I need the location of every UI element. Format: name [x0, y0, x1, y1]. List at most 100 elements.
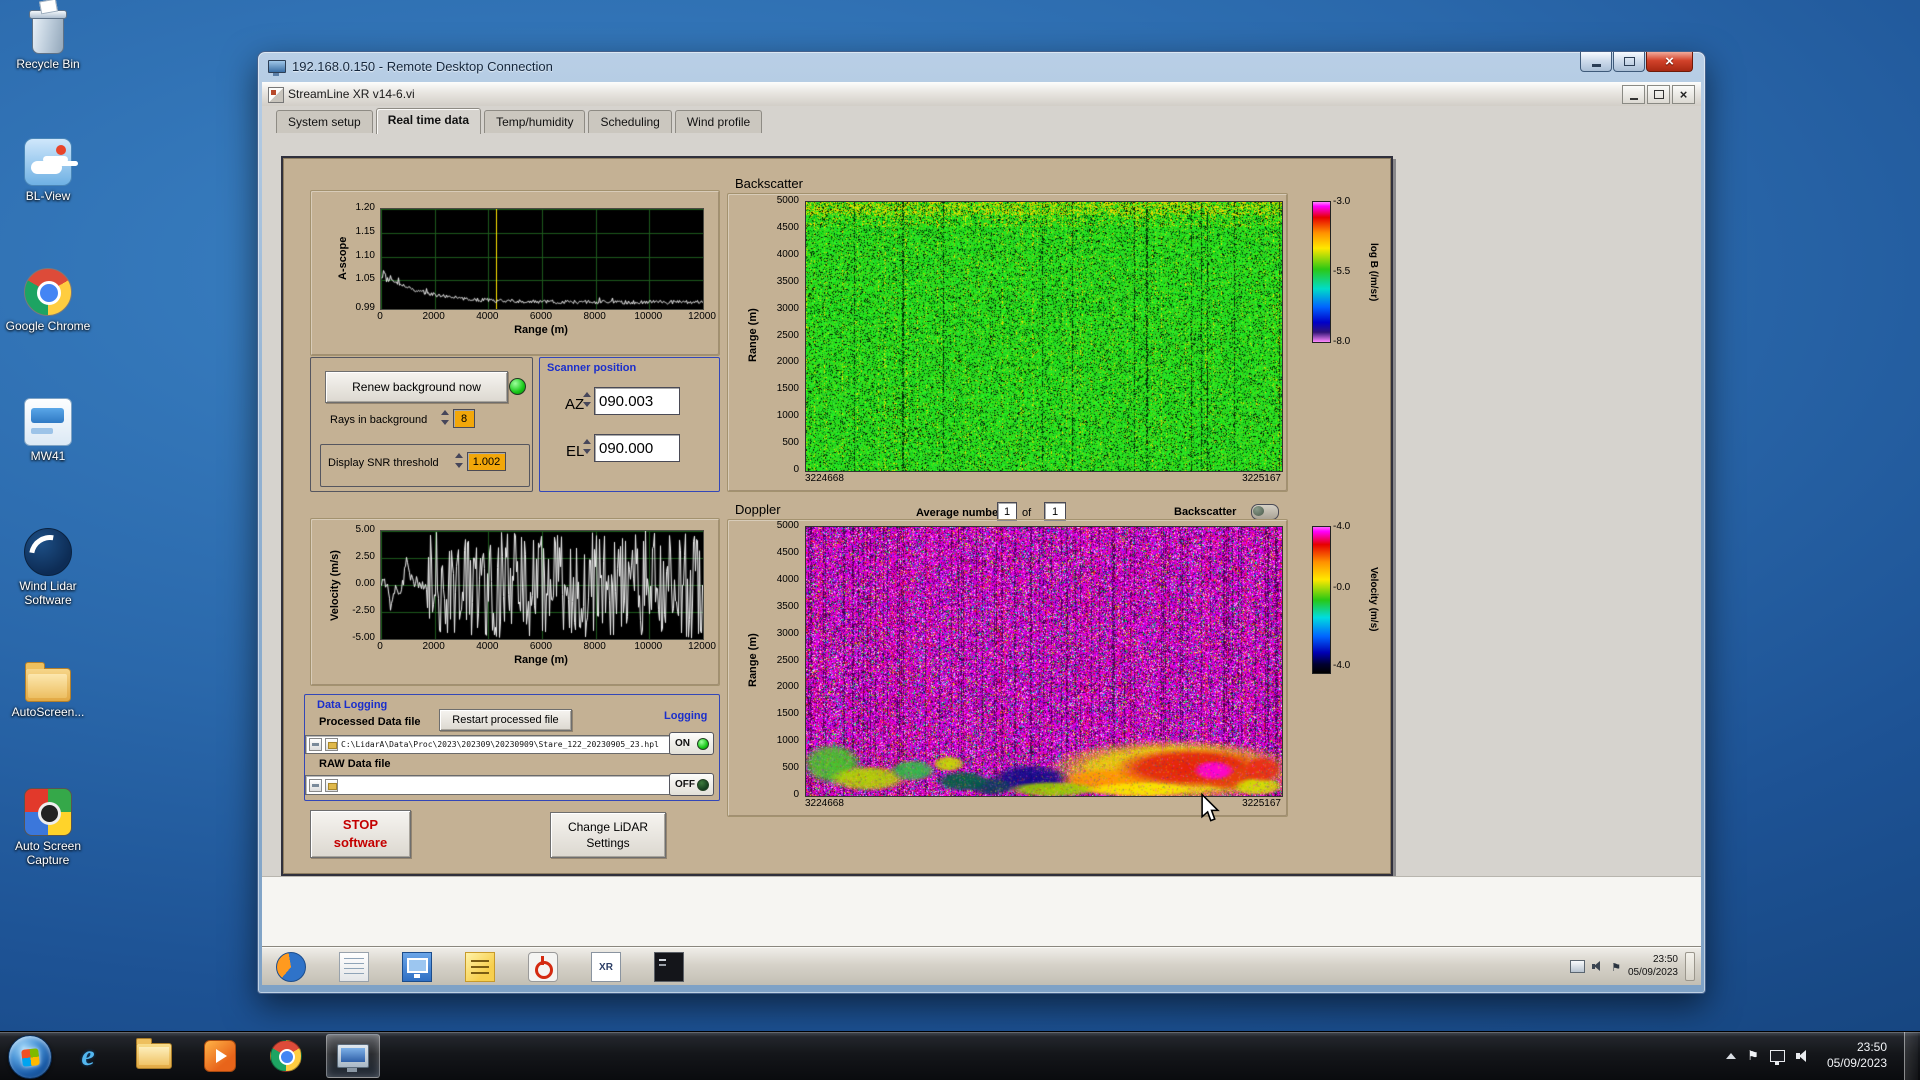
change-button-line2: Settings — [586, 836, 630, 850]
axis-tick: -8.0 — [1333, 336, 1351, 347]
app-minimize-button[interactable] — [1622, 85, 1645, 104]
command-prompt-icon[interactable] — [654, 952, 684, 982]
windows-explorer-icon — [136, 1038, 172, 1069]
action-center-flag-icon[interactable] — [1611, 958, 1621, 976]
backscatter-y-axis-label: Range (m) — [747, 308, 759, 362]
desktop-icon-label: BL-View — [25, 189, 71, 203]
backscatter-heatmap[interactable] — [805, 201, 1283, 472]
velocity-x-axis-label: Range (m) — [514, 654, 568, 666]
desktop-icon-label: Wind Lidar Software — [19, 579, 77, 607]
browse-folder-icon[interactable] — [325, 778, 338, 792]
taskbar-button-internet-explorer[interactable]: e — [62, 1035, 114, 1077]
processed-logging-toggle[interactable]: ON — [669, 732, 714, 755]
stop-software-button[interactable]: STOP software — [310, 810, 411, 858]
processed-path-field[interactable]: C:\LidarA\Data\Proc\2023\202309\20230909… — [305, 735, 671, 754]
xr-vi-icon[interactable]: XR — [591, 952, 621, 982]
elevation-value[interactable]: 090.000 — [594, 434, 680, 462]
azimuth-value[interactable]: 090.003 — [594, 387, 680, 415]
rdp-close-button[interactable] — [1646, 52, 1693, 72]
tab-strip: System setup Real time data Temp/humidity S… — [262, 106, 1701, 135]
app-close-button[interactable] — [1672, 85, 1695, 104]
remote-show-desktop-button[interactable] — [1685, 952, 1695, 981]
remote-clock[interactable]: 23:50 05/09/2023 — [1628, 954, 1678, 979]
rays-value[interactable]: 8 — [453, 409, 475, 428]
google-chrome-icon — [24, 268, 72, 316]
renew-background-button[interactable]: Renew background now — [325, 371, 508, 403]
restart-processed-file-button[interactable]: Restart processed file — [439, 709, 572, 731]
axis-tick: -0.0 — [1333, 582, 1351, 594]
labview-vi-icon — [268, 87, 284, 103]
tab-system-setup[interactable]: System setup — [276, 110, 373, 133]
front-panel-page: A-scope Range (m) Renew background now R… — [262, 134, 1701, 948]
taskbar-button-remote-desktop[interactable] — [326, 1034, 380, 1078]
tray-expand-arrow-icon[interactable] — [1726, 1053, 1737, 1059]
notepad-icon[interactable] — [339, 952, 369, 982]
taskbar-button-media-player[interactable] — [194, 1035, 246, 1077]
show-desktop-button[interactable] — [1904, 1032, 1918, 1080]
taskbar-button-windows-explorer[interactable] — [128, 1035, 180, 1077]
start-button[interactable] — [8, 1035, 52, 1079]
ascope-graph[interactable] — [380, 208, 704, 310]
app-titlebar[interactable]: StreamLine XR v14-6.vi — [262, 82, 1701, 107]
rdp-titlebar[interactable]: 192.168.0.150 - Remote Desktop Connectio… — [258, 52, 1705, 82]
desktop-icon-autoscreen[interactable]: AutoScreen... — [2, 658, 94, 720]
desktop-icon-recycle-bin[interactable]: Recycle Bin — [2, 8, 94, 72]
rdp-maximize-button[interactable] — [1613, 52, 1645, 72]
rdp-minimize-button[interactable] — [1580, 52, 1612, 72]
desktop-icon-label: AutoScreen... — [11, 705, 85, 719]
raw-logging-toggle[interactable]: OFF — [669, 773, 714, 796]
remote-quick-launch: XR — [276, 952, 684, 982]
desktop-icon-auto-screen-capture[interactable]: Auto Screen Capture — [2, 788, 94, 868]
power-off-icon[interactable] — [528, 952, 558, 982]
desktop-icon-label: Auto Screen Capture — [14, 839, 82, 867]
desktop-icon-bl-view[interactable]: BL-View — [2, 138, 94, 204]
taskbar-button-google-chrome[interactable] — [260, 1035, 312, 1077]
app-restore-button[interactable] — [1647, 85, 1670, 104]
scanner-position-group — [539, 357, 720, 492]
azimuth-label: AZ — [565, 396, 585, 413]
network-config-icon[interactable] — [402, 952, 432, 982]
doppler-heatmap[interactable] — [805, 526, 1283, 797]
raw-path-field[interactable] — [305, 775, 671, 795]
desktop-icon-wind-lidar[interactable]: Wind Lidar Software — [2, 528, 94, 608]
mouse-cursor — [1201, 793, 1220, 822]
velocity-graph[interactable] — [380, 530, 704, 640]
on-label: ON — [675, 738, 690, 749]
ascope-y-axis-label: A-scope — [337, 236, 349, 280]
doppler-colorbar-label: Velocity (m/s) — [1368, 566, 1379, 632]
tab-wind-profile[interactable]: Wind profile — [674, 110, 763, 133]
browser-icon[interactable] — [276, 952, 306, 982]
axis-tick: -4.0 — [1333, 659, 1351, 671]
host-system-tray: 23:50 05/09/2023 — [1726, 1032, 1920, 1080]
snr-spinner[interactable] — [455, 452, 464, 469]
browse-folder-icon[interactable] — [325, 738, 338, 751]
rays-spinner[interactable] — [441, 409, 450, 426]
volume-icon[interactable] — [1592, 961, 1604, 972]
azimuth-spinner[interactable] — [583, 391, 592, 408]
tab-scheduling[interactable]: Scheduling — [588, 110, 672, 133]
bl-view-icon — [24, 138, 72, 186]
action-center-flag-icon[interactable] — [1747, 1047, 1759, 1065]
media-player-icon — [204, 1040, 236, 1072]
remote-desktop-icon — [337, 1044, 369, 1072]
host-clock[interactable]: 23:50 05/09/2023 — [1821, 1040, 1893, 1071]
snr-threshold-label: Display SNR threshold — [328, 457, 439, 469]
backscatter-toggle[interactable] — [1251, 504, 1279, 520]
elevation-spinner[interactable] — [583, 438, 592, 455]
axis-tick: -4.0 — [1333, 521, 1351, 532]
volume-icon[interactable] — [1795, 1050, 1810, 1062]
tab-temp-humidity[interactable]: Temp/humidity — [484, 110, 586, 133]
sticky-notes-icon[interactable] — [465, 952, 495, 982]
network-icon[interactable] — [1769, 1050, 1785, 1065]
input-indicator-icon[interactable] — [1570, 960, 1586, 973]
drive-icon — [309, 738, 322, 751]
backscatter-title: Backscatter — [735, 176, 803, 191]
desktop-icon-label: Recycle Bin — [16, 57, 80, 71]
change-lidar-settings-button[interactable]: Change LiDAR Settings — [550, 812, 666, 858]
processed-data-file-label: Processed Data file — [319, 716, 421, 728]
desktop-icon-mw41[interactable]: MW41 — [2, 398, 94, 464]
tab-real-time-data[interactable]: Real time data — [375, 108, 482, 134]
stop-button-line1: STOP — [342, 817, 379, 833]
desktop-icon-google-chrome[interactable]: Google Chrome — [2, 268, 94, 334]
snr-value[interactable]: 1.002 — [467, 452, 506, 471]
